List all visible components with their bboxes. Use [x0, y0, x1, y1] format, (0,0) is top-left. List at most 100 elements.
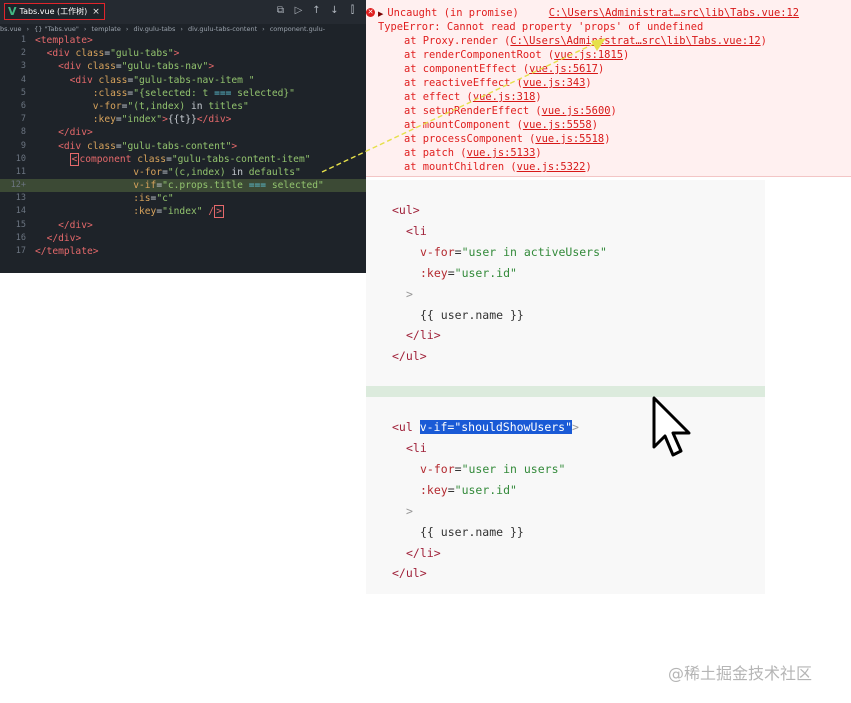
- expand-triangle-icon[interactable]: ▶: [378, 10, 383, 18]
- stack-frame-end: ): [535, 91, 542, 103]
- selected-text[interactable]: v-if="shouldShowUsers": [419, 420, 573, 434]
- stack-frame-link[interactable]: vue.js:5133: [467, 147, 536, 159]
- code-line[interactable]: 7 :key="index">{{t}}</div>: [0, 113, 366, 126]
- example-code-line: v-for="user in activeUsers": [420, 242, 607, 262]
- stack-frame-text: at mountChildren (: [404, 161, 517, 173]
- code-token: :is: [133, 193, 151, 205]
- stack-frame-link[interactable]: vue.js:5617: [529, 63, 598, 75]
- code-line[interactable]: 17 </template>: [0, 245, 366, 258]
- code-line[interactable]: 1 <template>: [0, 34, 366, 47]
- arrow-down-icon[interactable]: ↓: [329, 5, 340, 16]
- code-line[interactable]: 4 <div class="gulu-tabs-nav-item ": [0, 74, 366, 87]
- code-line[interactable]: 3 <div class="gulu-tabs-nav">: [0, 60, 366, 73]
- stack-frame-end: ): [622, 49, 630, 61]
- stack-frame-end: ): [760, 35, 767, 47]
- error-icon: ✕: [366, 8, 375, 17]
- code-line[interactable]: 12+ v-if="c.props.title === selected": [0, 179, 366, 193]
- stack-frame-link[interactable]: C:\Users\Administrat…src\lib\Tabs.vue:12: [510, 35, 760, 47]
- stack-frame-end: ): [591, 119, 598, 131]
- stack-frame-end: ): [597, 63, 605, 75]
- line-number: 16: [15, 232, 26, 243]
- code-line[interactable]: 9 <div class="gulu-tabs-content">: [0, 140, 366, 153]
- code-token: "gulu-tabs": [110, 48, 174, 60]
- code-line[interactable]: 14 :key="index" / >: [0, 205, 366, 219]
- code-token: in: [231, 166, 243, 178]
- code-token: <div: [69, 74, 99, 86]
- line-number: 15: [15, 219, 26, 230]
- stack-frame-text: at effect (: [404, 91, 473, 103]
- line-text: <div class="gulu-tabs-nav">: [35, 60, 214, 73]
- stack-frame-text: at mountComponent (: [404, 119, 523, 131]
- stack-frame-text: at reactiveEffect (: [404, 77, 523, 89]
- line-text: :key="index">{{t}}</div>: [35, 113, 232, 126]
- code-token: in: [190, 100, 203, 112]
- line-number: 12+: [10, 180, 26, 191]
- code-line[interactable]: 16 </div>: [0, 232, 366, 245]
- code-token: <: [69, 152, 80, 166]
- code-token: >: [406, 503, 413, 518]
- code-line[interactable]: 2 <div class="gulu-tabs">: [0, 47, 366, 60]
- code-line[interactable]: 5 :class="{selected: t === selected}": [0, 87, 366, 100]
- stack-frame-link[interactable]: vue.js:5558: [523, 119, 592, 131]
- line-text: </template>: [35, 245, 99, 258]
- arrow-up-icon[interactable]: ↑: [311, 5, 322, 16]
- source-link[interactable]: C:\Users\Administrat…src\lib\Tabs.vue:12: [549, 7, 799, 19]
- play-icon[interactable]: ▷: [293, 5, 304, 16]
- code-line[interactable]: 11 v-for="(c,index) in defaults": [0, 166, 366, 179]
- stack-frame-link[interactable]: vue.js:5322: [517, 161, 586, 173]
- editor-toolbar: ⧉ ▷ ↑ ↓ ⫿: [275, 5, 358, 16]
- line-number: 4: [20, 74, 26, 85]
- stack-frame: at renderComponentRoot (vue.js:1815): [404, 48, 629, 62]
- example-code-line: >: [406, 284, 413, 304]
- stack-frame-link[interactable]: vue.js:343: [523, 77, 586, 89]
- code-line[interactable]: 6 v-for="(t,index) in titles": [0, 100, 366, 113]
- stack-frame-end: ): [585, 77, 592, 89]
- close-icon[interactable]: ×: [92, 7, 100, 17]
- mouse-cursor-icon: [652, 396, 691, 457]
- line-number: 13: [15, 193, 26, 204]
- code-token: <div: [46, 48, 76, 60]
- code-token: "user in users": [461, 461, 566, 476]
- code-line[interactable]: 8 </div>: [0, 126, 366, 139]
- code-token: "{selected: t: [133, 87, 215, 99]
- stack-frame-text: at renderComponentRoot (: [404, 49, 555, 61]
- code-token: component: [79, 153, 138, 165]
- tab-tabs-vue[interactable]: V Tabs.vue (工作树) ×: [4, 3, 105, 20]
- line-number: 8: [20, 127, 26, 138]
- line-text: v-for="(c,index) in defaults": [35, 166, 301, 179]
- code-token: class: [98, 74, 128, 86]
- code-token: class: [87, 61, 116, 73]
- code-token: selected": [266, 180, 324, 192]
- stack-frame-link[interactable]: vue.js:5518: [535, 133, 604, 145]
- code-line[interactable]: 13 :is="c": [0, 192, 366, 205]
- example-code-line: v-for="user in users": [420, 459, 565, 479]
- editor-tabbar: V Tabs.vue (工作树) × ⧉ ▷ ↑ ↓ ⫿: [0, 0, 366, 24]
- bookmark-icon[interactable]: ⫿: [347, 5, 358, 16]
- line-number: 9: [20, 140, 26, 151]
- code-line[interactable]: 10 < component class="gulu-tabs-content-i…: [0, 152, 366, 166]
- example-code-line: :key="user.id": [420, 480, 517, 500]
- stack-frame: at mountComponent (vue.js:5558): [404, 118, 598, 132]
- split-icon[interactable]: ⧉: [275, 5, 286, 16]
- line-text: v-for="(t,index) in titles": [35, 100, 249, 113]
- code-line[interactable]: 15 </div>: [0, 219, 366, 232]
- stack-frame-link[interactable]: vue.js:5600: [542, 105, 611, 117]
- stack-frame-link[interactable]: vue.js:318: [473, 91, 536, 103]
- code-token: "index": [121, 114, 163, 126]
- example-code-line: :key="user.id": [420, 263, 517, 283]
- stack-frame: at processComponent (vue.js:5518): [404, 132, 610, 146]
- code-lines[interactable]: 1 <template> 2 <div class="gulu-tabs"> 3 <d…: [0, 34, 366, 258]
- code-token: </li>: [406, 328, 441, 343]
- code-token: {{ user.name }}: [420, 307, 524, 322]
- code-token: class: [87, 140, 116, 152]
- stack-frame-link[interactable]: vue.js:1815: [554, 49, 623, 61]
- code-token: {{t}}: [167, 114, 197, 126]
- console-uncaught-line[interactable]: ▶ Uncaught (in promise) C:\Users\Administr…: [378, 6, 799, 20]
